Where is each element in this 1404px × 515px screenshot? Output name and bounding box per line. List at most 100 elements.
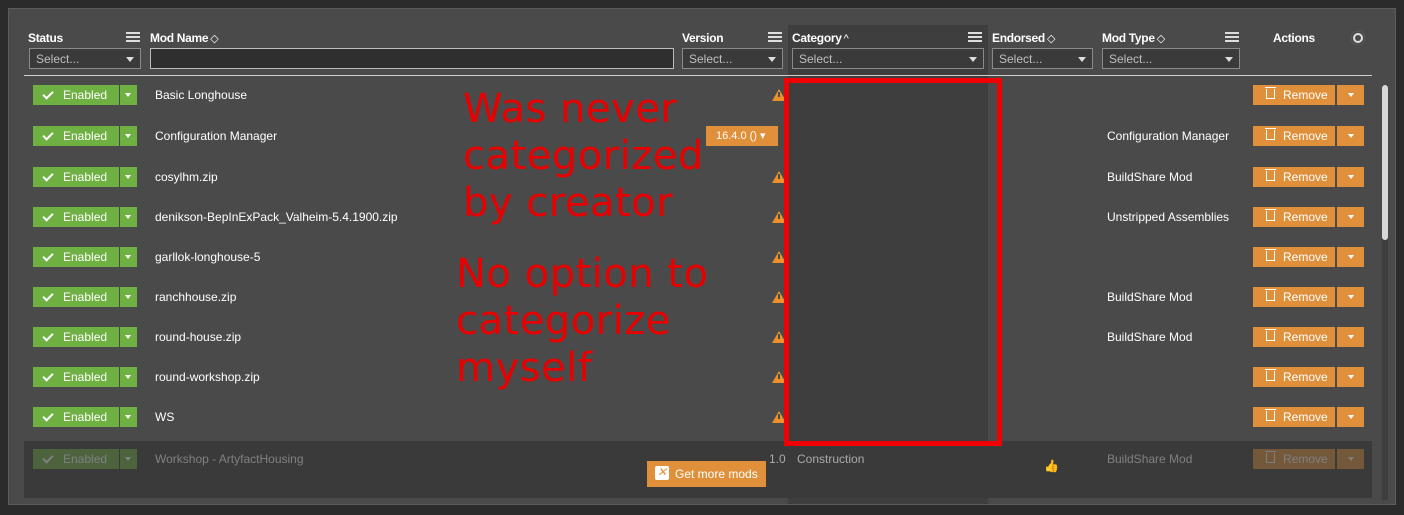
status-filter-list-icon[interactable] (127, 32, 140, 44)
actions-header: Actions (1273, 31, 1315, 45)
endorsed-filter-select[interactable]: Select... (992, 48, 1093, 69)
mod-type-filter-list-icon[interactable] (1226, 32, 1239, 44)
enable-dropdown-button[interactable] (120, 327, 137, 347)
remove-button[interactable]: Remove (1253, 327, 1335, 347)
mod-type-filter-select[interactable]: Select... (1102, 48, 1240, 69)
enable-toggle-button[interactable]: Enabled (33, 167, 119, 187)
enable-toggle-button[interactable]: Enabled (33, 126, 119, 146)
annotation-line: categorized (463, 133, 704, 179)
remove-button[interactable]: Remove (1253, 449, 1335, 469)
enable-toggle-button[interactable]: Enabled (33, 367, 119, 387)
remove-button[interactable]: Remove (1253, 207, 1335, 227)
trash-icon (1265, 128, 1276, 140)
category-filter-list-icon[interactable] (969, 32, 982, 44)
trash-icon (1265, 249, 1276, 261)
remove-dropdown-button[interactable] (1337, 126, 1364, 146)
chevron-down-icon (768, 57, 776, 62)
remove-dropdown-button[interactable] (1337, 247, 1364, 267)
enable-dropdown-button[interactable] (120, 287, 137, 307)
enable-dropdown-button[interactable] (120, 85, 137, 105)
mod-name: cosylhm.zip (155, 170, 218, 184)
mod-type-header[interactable]: Mod Type ◇ (1102, 31, 1165, 45)
remove-dropdown-button[interactable] (1337, 85, 1364, 105)
mod-type: BuildShare Mod (1107, 290, 1193, 304)
check-icon (42, 129, 54, 141)
mod-type: Unstripped Assemblies (1107, 210, 1230, 224)
enable-toggle-button[interactable]: Enabled (33, 85, 119, 105)
enable-toggle-button[interactable]: Enabled (33, 327, 119, 347)
annotation-line: myself (456, 345, 593, 391)
trash-icon (1265, 169, 1276, 181)
category-filter-select[interactable]: Select... (792, 48, 984, 69)
mod-name-filter-input[interactable] (150, 48, 674, 69)
scrollbar-thumb[interactable] (1382, 85, 1388, 240)
remove-button[interactable]: Remove (1253, 247, 1335, 267)
highlight-box (784, 78, 1002, 446)
endorsed-sort-icon: ◇ (1046, 33, 1056, 45)
enable-dropdown-button[interactable] (120, 167, 137, 187)
enable-dropdown-button[interactable] (120, 449, 137, 469)
remove-button[interactable]: Remove (1253, 167, 1335, 187)
remove-dropdown-button[interactable] (1337, 287, 1364, 307)
remove-dropdown-button[interactable] (1337, 167, 1364, 187)
check-icon (42, 290, 54, 302)
remove-button[interactable]: Remove (1253, 287, 1335, 307)
enable-dropdown-button[interactable] (120, 247, 137, 267)
trash-icon (1265, 329, 1276, 341)
remove-dropdown-button[interactable] (1337, 207, 1364, 227)
remove-button[interactable]: Remove (1253, 407, 1335, 427)
remove-dropdown-button[interactable] (1337, 327, 1364, 347)
mod-type-sort-icon: ◇ (1156, 33, 1165, 45)
mod-name: round-house.zip (155, 330, 242, 344)
remove-dropdown-button[interactable] (1337, 367, 1364, 387)
remove-button[interactable]: Remove (1253, 85, 1335, 105)
enable-dropdown-button[interactable] (120, 207, 137, 227)
trash-icon (1265, 451, 1276, 463)
status-filter-select[interactable]: Select... (29, 48, 141, 69)
enable-dropdown-button[interactable] (120, 367, 137, 387)
category-header[interactable]: Category ^ (792, 31, 849, 45)
enable-toggle-button[interactable]: Enabled (33, 449, 119, 469)
mod-category: Construction (797, 452, 865, 466)
enable-toggle-button[interactable]: Enabled (33, 247, 119, 267)
enable-dropdown-button[interactable] (120, 126, 137, 146)
remove-dropdown-button[interactable] (1337, 449, 1364, 469)
thumbs-up-icon[interactable]: 👍 (1044, 459, 1059, 473)
enable-toggle-button[interactable]: Enabled (33, 207, 119, 227)
check-icon (42, 170, 54, 182)
version-filter-select[interactable]: Select... (682, 48, 783, 69)
remove-button[interactable]: Remove (1253, 367, 1335, 387)
annotation-line: categorize (456, 298, 671, 344)
mod-type: Configuration Manager (1107, 129, 1230, 143)
version-dropdown-button[interactable]: 16.4.0 () ▾ (706, 126, 778, 146)
mod-type: BuildShare Mod (1107, 452, 1193, 466)
mod-name: garllok-longhouse-5 (155, 250, 261, 264)
mod-name: Configuration Manager (155, 129, 278, 143)
enable-dropdown-button[interactable] (120, 407, 137, 427)
remove-button[interactable]: Remove (1253, 126, 1335, 146)
remove-dropdown-button[interactable] (1337, 407, 1364, 427)
version-header[interactable]: Version (682, 31, 724, 45)
mod-type: BuildShare Mod (1107, 170, 1193, 184)
chevron-down-icon (126, 57, 134, 62)
version-filter-list-icon[interactable] (769, 32, 782, 44)
mod-name: Workshop - ArtyfactHousing (155, 452, 304, 466)
status-header[interactable]: Status (28, 31, 63, 45)
mod-type: BuildShare Mod (1107, 330, 1193, 344)
mod-name-header[interactable]: Mod Name ◇ (150, 31, 219, 45)
mod-name: denikson-BepInExPack_Valheim-5.4.1900.zi… (155, 210, 398, 224)
mod-name-sort-icon: ◇ (210, 33, 219, 45)
gear-icon[interactable] (1351, 31, 1365, 45)
mod-version: 1.0 (769, 452, 786, 466)
category-sort-icon: ^ (843, 33, 849, 45)
check-icon (42, 88, 54, 100)
endorsed-header[interactable]: Endorsed ◇ (992, 31, 1055, 45)
get-more-mods-button[interactable]: Get more mods (647, 461, 766, 487)
annotation-line: Was never (463, 86, 678, 132)
trash-icon (1265, 409, 1276, 421)
trash-icon (1265, 209, 1276, 221)
enable-toggle-button[interactable]: Enabled (33, 287, 119, 307)
annotation-note-2: No option to categorize myself (456, 251, 708, 392)
enable-toggle-button[interactable]: Enabled (33, 407, 119, 427)
table-row[interactable]: Enabled WS Remove (24, 397, 1372, 437)
